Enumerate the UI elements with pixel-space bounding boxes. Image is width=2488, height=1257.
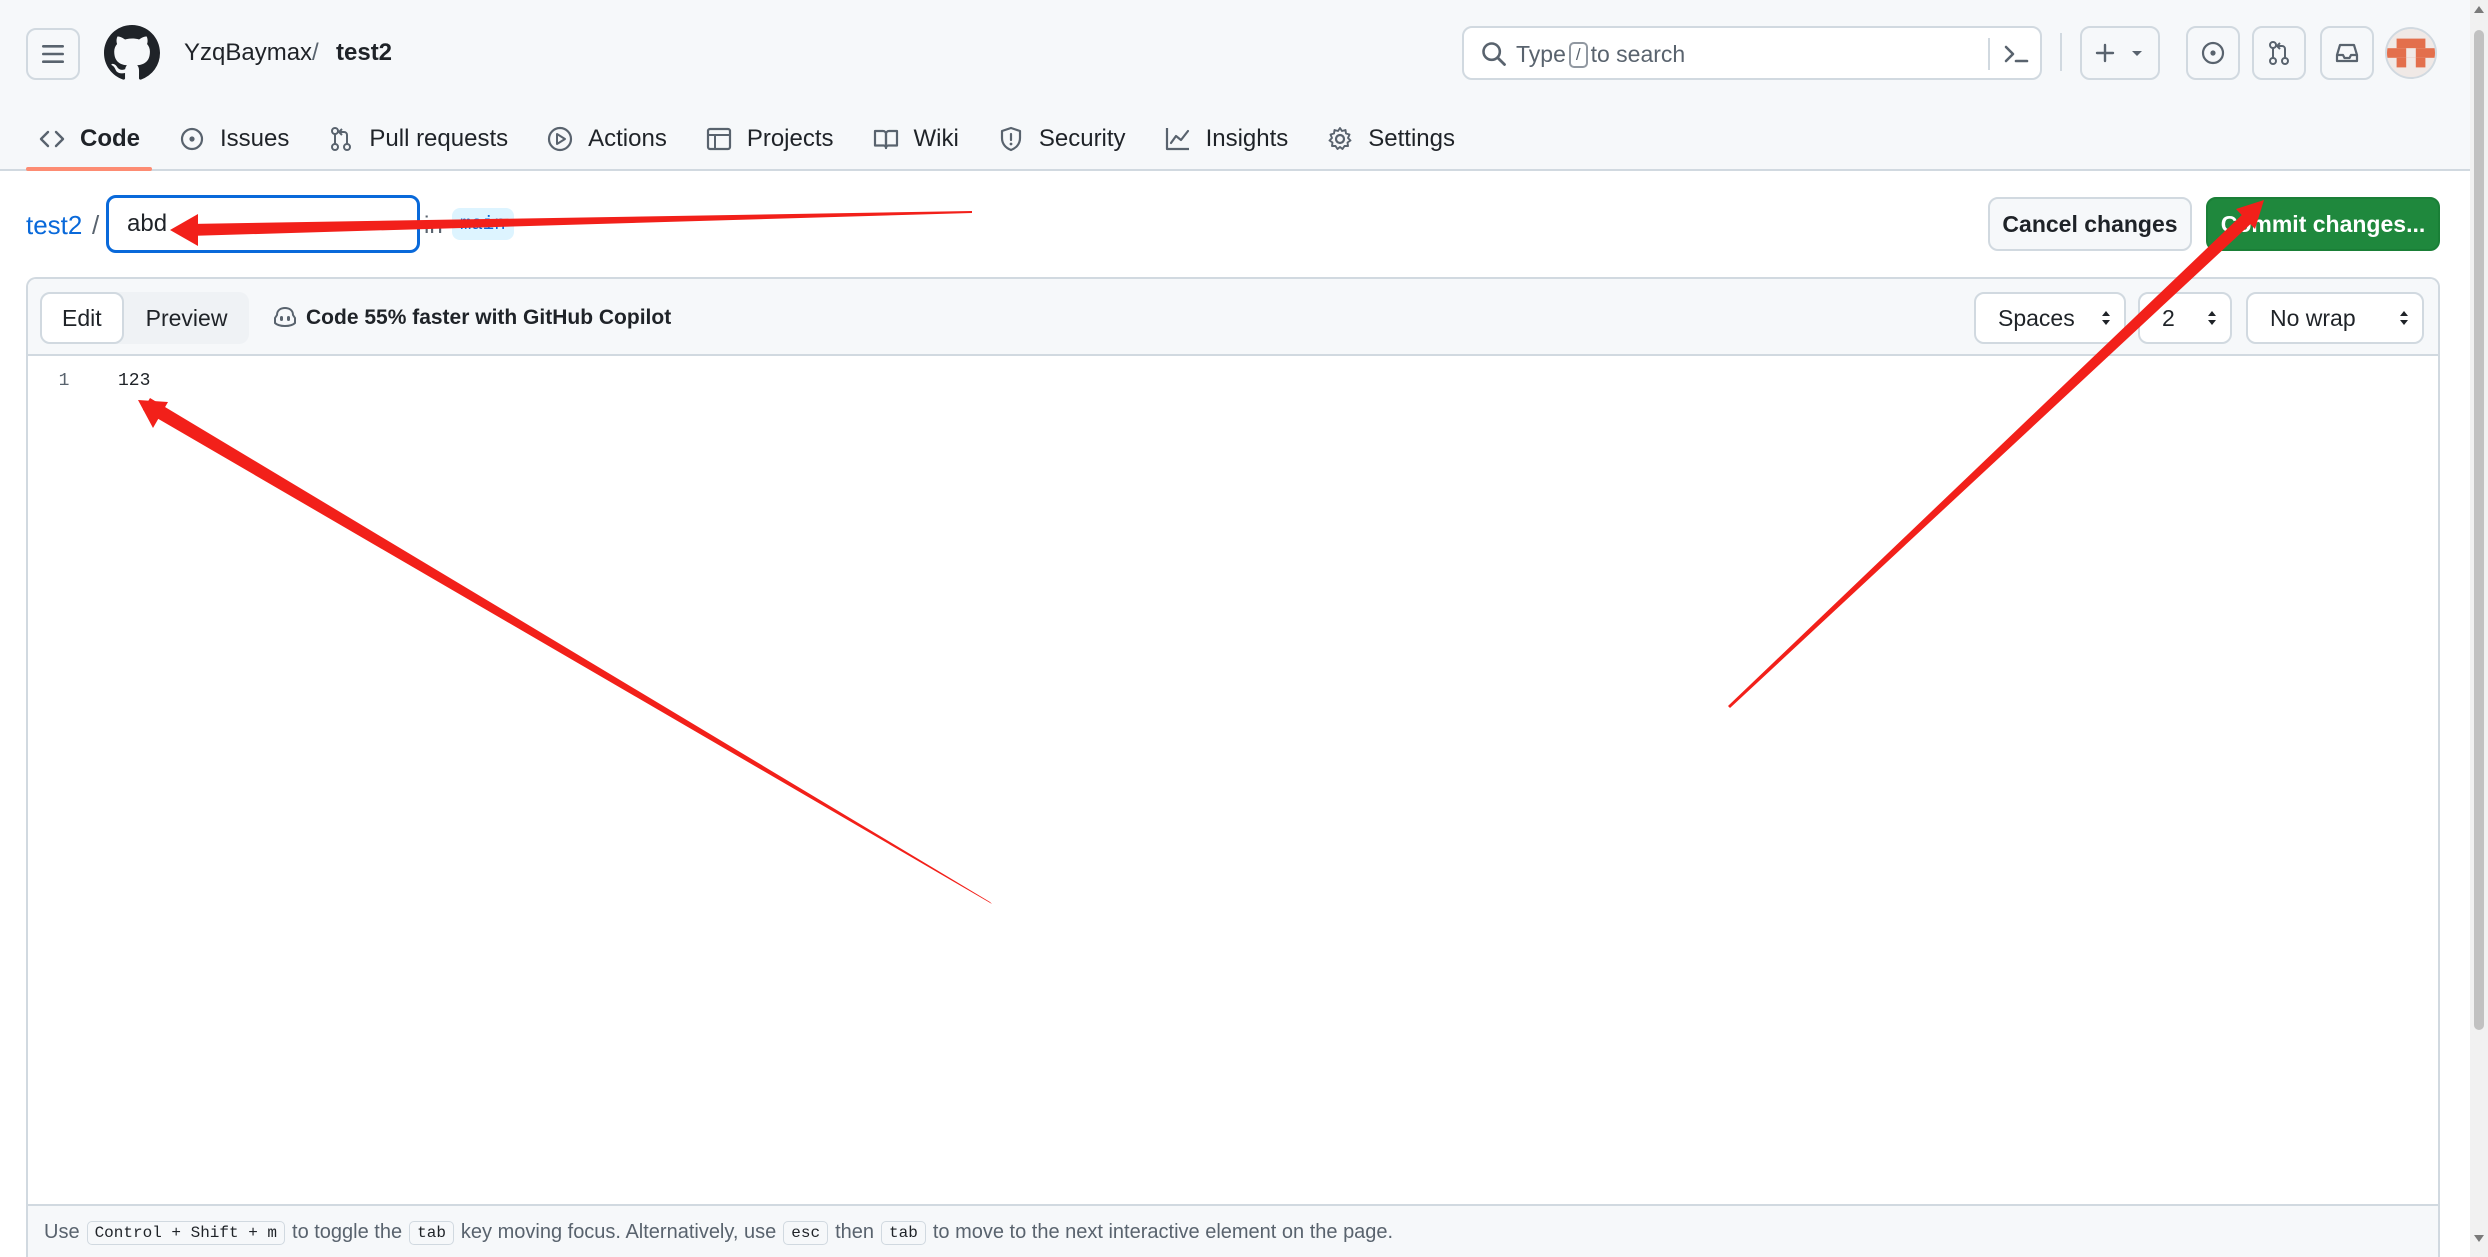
tab-wiki[interactable]: Wiki bbox=[860, 108, 971, 170]
indent-mode-select[interactable]: Spaces bbox=[1974, 292, 2126, 344]
code-icon bbox=[38, 125, 66, 153]
hint-text: Use bbox=[44, 1221, 80, 1243]
page-scrollbar[interactable] bbox=[2470, 0, 2488, 1257]
notifications-button[interactable] bbox=[2320, 26, 2374, 80]
indent-mode-value: Spaces bbox=[1998, 305, 2075, 331]
graph-icon bbox=[1164, 125, 1192, 153]
tab-label: Projects bbox=[746, 125, 834, 152]
plus-icon bbox=[2095, 43, 2115, 63]
table-icon bbox=[705, 125, 733, 153]
hint-key: tab bbox=[881, 1220, 926, 1245]
issue-opened-icon bbox=[2201, 41, 2225, 65]
line-number: 1 bbox=[58, 371, 70, 391]
command-palette-icon[interactable] bbox=[1998, 39, 2034, 69]
search-divider bbox=[1988, 38, 1990, 70]
repo-tab-bar: Code Issues Pull requests Actions Projec… bbox=[26, 108, 1481, 171]
user-avatar[interactable] bbox=[2385, 27, 2437, 79]
hamburger-icon bbox=[42, 45, 64, 63]
code-line[interactable]: 123 bbox=[118, 371, 150, 391]
git-pull-request-icon bbox=[2269, 41, 2289, 65]
breadcrumb-separator: / bbox=[312, 39, 319, 66]
play-icon bbox=[546, 125, 574, 153]
hint-text: to move to the next interactive element … bbox=[932, 1221, 1394, 1243]
scrollbar-thumb[interactable] bbox=[2474, 30, 2484, 1030]
inbox-icon bbox=[2335, 43, 2359, 63]
copilot-promo-text: Code 55% faster with GitHub Copilot bbox=[306, 306, 672, 329]
header-divider bbox=[2060, 33, 2062, 71]
tab-label: Security bbox=[1038, 125, 1126, 152]
scroll-down-arrow-icon[interactable] bbox=[2473, 1234, 2485, 1244]
triangle-down-icon bbox=[2132, 51, 2142, 56]
path-repo-link[interactable]: test2 bbox=[26, 210, 82, 241]
issue-icon bbox=[178, 125, 206, 153]
preview-mode-button[interactable]: Preview bbox=[124, 292, 250, 344]
copilot-icon bbox=[274, 307, 296, 327]
github-logo-icon[interactable] bbox=[104, 25, 160, 81]
create-new-button[interactable] bbox=[2080, 26, 2160, 80]
editor-toolbar: Edit Preview Code 55% faster with GitHub… bbox=[28, 279, 2438, 356]
search-input[interactable]: Type / to search bbox=[1462, 26, 2042, 80]
commit-changes-button[interactable]: Commit changes... bbox=[2206, 197, 2440, 251]
filename-input[interactable] bbox=[106, 195, 420, 253]
hint-key: tab bbox=[409, 1220, 454, 1245]
tab-label: Actions bbox=[588, 125, 667, 152]
tab-label: Code bbox=[80, 125, 140, 152]
issues-button[interactable] bbox=[2186, 26, 2240, 80]
hint-text: key moving focus. Alternatively, use bbox=[460, 1221, 777, 1243]
code-editor: Edit Preview Code 55% faster with GitHub… bbox=[26, 277, 2440, 1257]
identicon-icon bbox=[2387, 29, 2435, 77]
editor-mode-toggle: Edit Preview bbox=[40, 292, 250, 344]
tab-issues[interactable]: Issues bbox=[166, 108, 301, 170]
shield-icon bbox=[997, 125, 1025, 153]
indent-size-select[interactable]: 2 bbox=[2138, 292, 2232, 344]
scroll-up-arrow-icon[interactable] bbox=[2473, 4, 2485, 14]
branch-badge: main bbox=[452, 208, 514, 240]
select-arrows-icon bbox=[2102, 311, 2110, 325]
hint-text: to toggle the bbox=[292, 1221, 403, 1243]
pull-requests-button[interactable] bbox=[2252, 26, 2306, 80]
tab-code[interactable]: Code bbox=[26, 108, 152, 171]
gear-icon bbox=[1326, 125, 1354, 153]
editor-footer-hint: Use Control + Shift + m to toggle the ta… bbox=[28, 1204, 2438, 1257]
tab-pull-requests[interactable]: Pull requests bbox=[315, 108, 520, 170]
select-arrows-icon bbox=[2208, 311, 2216, 325]
global-header: YzqBaymax / test2 Type / to search Code … bbox=[0, 0, 2470, 171]
tab-label: Insights bbox=[1205, 125, 1289, 152]
indent-size-value: 2 bbox=[2162, 305, 2175, 331]
tab-label: Pull requests bbox=[369, 125, 509, 152]
tab-projects[interactable]: Projects bbox=[693, 108, 846, 170]
tab-settings[interactable]: Settings bbox=[1314, 108, 1467, 170]
search-placeholder: Type / to search bbox=[1516, 41, 1686, 68]
hint-key: esc bbox=[783, 1220, 829, 1245]
wrap-mode-select[interactable]: No wrap bbox=[2246, 292, 2424, 344]
wrap-mode-value: No wrap bbox=[2270, 305, 2356, 331]
tab-actions[interactable]: Actions bbox=[534, 108, 679, 170]
tab-insights[interactable]: Insights bbox=[1152, 108, 1301, 170]
tab-label: Wiki bbox=[913, 125, 959, 152]
cancel-changes-button[interactable]: Cancel changes bbox=[1988, 197, 2192, 251]
branch-in-label: in bbox=[424, 212, 443, 239]
tab-security[interactable]: Security bbox=[985, 108, 1138, 170]
hint-shortcut: Control + Shift + m bbox=[86, 1220, 286, 1245]
tab-label: Issues bbox=[220, 125, 290, 152]
search-icon bbox=[1482, 42, 1506, 66]
menu-button[interactable] bbox=[26, 28, 80, 80]
breadcrumb-owner-link[interactable]: YzqBaymax bbox=[184, 38, 312, 68]
pull-request-icon bbox=[327, 125, 355, 153]
hint-text: then bbox=[835, 1221, 875, 1243]
book-icon bbox=[872, 125, 900, 153]
tab-label: Settings bbox=[1368, 125, 1455, 152]
edit-mode-button[interactable]: Edit bbox=[40, 292, 124, 344]
copilot-promo-link[interactable]: Code 55% faster with GitHub Copilot bbox=[272, 305, 671, 331]
select-arrows-icon bbox=[2400, 311, 2408, 325]
breadcrumb-repo-link[interactable]: test2 bbox=[336, 38, 392, 68]
path-separator: / bbox=[92, 210, 100, 240]
